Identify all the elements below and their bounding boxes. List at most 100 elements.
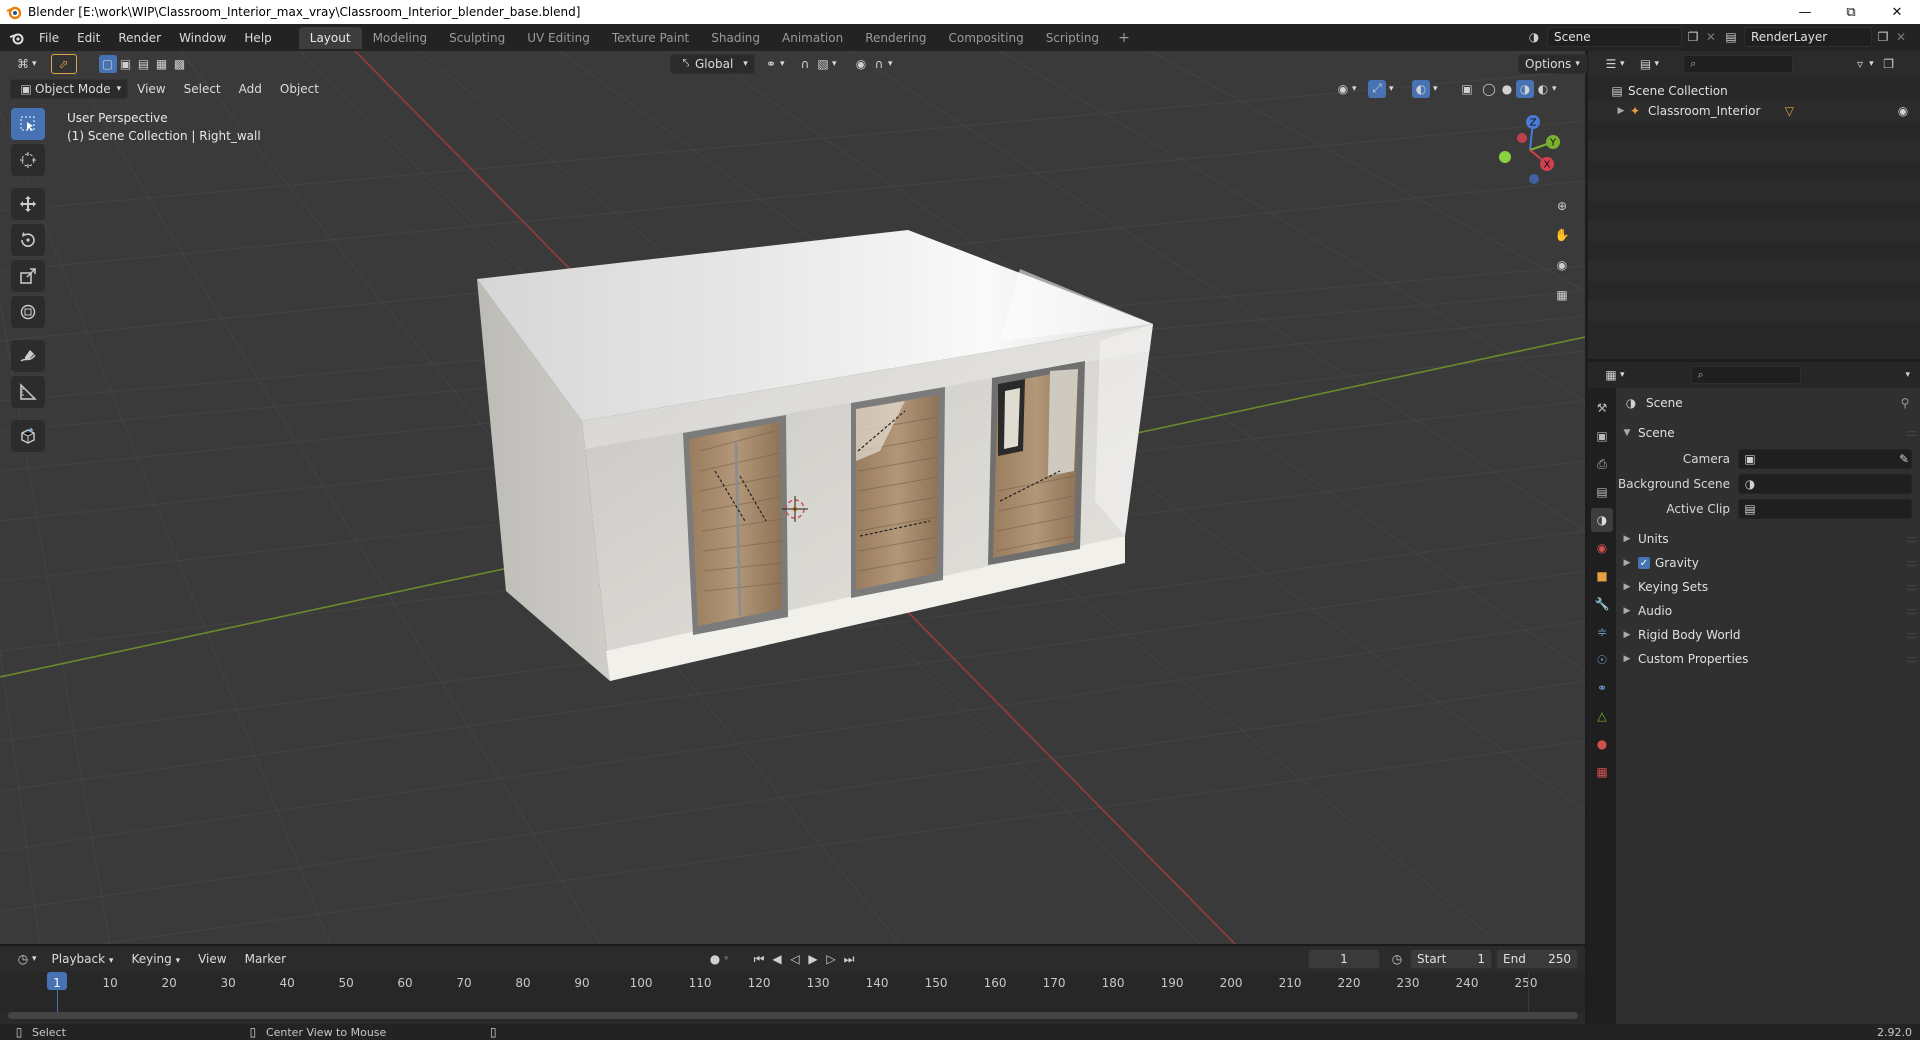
add-workspace-button[interactable]: + [1110, 30, 1138, 46]
rendered-shading-icon[interactable]: ◐ [1534, 80, 1552, 98]
visibility-eye-icon[interactable]: ◉ [1894, 102, 1912, 120]
custom-properties-panel-header[interactable]: ▶ Custom Properties :::: [1616, 648, 1920, 670]
prev-keyframe-icon[interactable]: ◀ [768, 950, 786, 968]
menu-render[interactable]: Render [109, 27, 170, 49]
tab-shading[interactable]: Shading [700, 27, 771, 49]
minimize-icon[interactable]: — [1782, 0, 1828, 24]
view-layer-selector[interactable]: RenderLayer [1744, 27, 1872, 47]
viewport-menu-select[interactable]: Select [175, 78, 230, 100]
add-cube-tool[interactable] [11, 420, 45, 452]
properties-options-icon[interactable]: ▾ [1905, 370, 1910, 380]
view-layer-properties-icon[interactable]: ▤ [1591, 480, 1613, 504]
particles-properties-icon[interactable]: ≑ [1591, 620, 1613, 644]
viewport-menu-add[interactable]: Add [230, 78, 271, 100]
output-properties-icon[interactable]: ⎙ [1591, 452, 1613, 476]
material-properties-icon[interactable]: ● [1591, 732, 1613, 756]
zoom-view-button[interactable]: ⊕ [1550, 194, 1574, 218]
timeline-menu-marker[interactable]: Marker [236, 948, 295, 970]
menu-edit[interactable]: Edit [68, 27, 109, 49]
restore-icon[interactable]: ⧉ [1828, 0, 1874, 24]
menu-file[interactable]: File [30, 27, 68, 49]
tab-sculpting[interactable]: Sculpting [438, 27, 516, 49]
current-frame-field[interactable]: 1 [1308, 949, 1380, 969]
editor-type-button[interactable]: ⌘ ▾ [8, 54, 43, 74]
scene-icon[interactable]: ◑ [1525, 28, 1543, 46]
selection-mode-group[interactable]: ▢ ▣ ▤ ▦ ▩ [93, 54, 195, 74]
jump-end-icon[interactable]: ⏭ [840, 950, 858, 968]
toggle-ortho-button[interactable]: ▦ [1550, 283, 1574, 307]
transform-orientation-dropdown[interactable]: ⤣ Global ▾ [670, 53, 755, 74]
outliner-search-input[interactable]: ⌕ [1683, 55, 1794, 73]
transform-tool[interactable] [11, 296, 45, 328]
select-new-icon[interactable]: ▢ [98, 54, 117, 73]
properties-editor-type-button[interactable]: ▦ ▾ [1596, 365, 1631, 385]
preview-range-icon[interactable]: ◷ [1388, 950, 1406, 968]
measure-tool[interactable] [11, 376, 45, 408]
timeline-editor-type-button[interactable]: ◷ ▾ [8, 949, 43, 969]
scale-tool[interactable] [11, 260, 45, 292]
visibility-dropdown[interactable]: ◉ ▾ [1328, 79, 1363, 99]
jump-start-icon[interactable]: ⏮ [750, 950, 768, 968]
3d-viewport[interactable] [0, 51, 1585, 944]
active-clip-field[interactable]: ▤ [1738, 499, 1912, 519]
tab-layout[interactable]: Layout [298, 26, 362, 49]
display-mode-dropdown[interactable]: ▤ ▾ [1631, 54, 1666, 74]
select-extend-icon[interactable]: ▣ [117, 55, 135, 73]
shading-mode-group[interactable]: ◯ ● ◑ ◐ ▾ [1478, 79, 1559, 99]
proportional-editing-toggle[interactable]: ◉ ∩ ▾ [846, 54, 899, 74]
new-collection-icon[interactable]: ❐ [1880, 55, 1898, 73]
remove-scene-icon[interactable]: ✕ [1702, 28, 1720, 46]
options-dropdown[interactable]: Options ▾ [1518, 53, 1587, 74]
expand-arrow-icon[interactable]: ▶ [1614, 106, 1628, 116]
tab-animation[interactable]: Animation [771, 27, 854, 49]
pivot-point-dropdown[interactable]: ⚭ ▾ [756, 54, 791, 74]
rigid-body-world-panel-header[interactable]: ▶ Rigid Body World :::: [1616, 624, 1920, 646]
tab-texture-paint[interactable]: Texture Paint [601, 27, 700, 49]
outliner-editor-type-button[interactable]: ☰ ▾ [1596, 54, 1631, 74]
cursor-tool[interactable] [11, 144, 45, 176]
tool-settings-icon[interactable]: ⚒ [1591, 396, 1613, 420]
gravity-checkbox[interactable]: ✓ [1638, 557, 1650, 569]
remove-view-layer-icon[interactable]: ✕ [1892, 28, 1910, 46]
tool-select-box-icon[interactable]: ⬀ [50, 53, 77, 74]
properties-search-input[interactable]: ⌕ [1690, 366, 1801, 384]
modifier-properties-icon[interactable]: 🔧 [1591, 592, 1613, 616]
auto-keying-toggle[interactable]: ● ▾ [700, 949, 735, 969]
background-scene-field[interactable]: ◑ [1738, 474, 1912, 494]
tab-rendering[interactable]: Rendering [854, 27, 937, 49]
object-properties-icon[interactable]: ■ [1591, 564, 1613, 588]
object-mode-dropdown[interactable]: ▣ Object Mode ▾ [10, 78, 129, 99]
solid-shading-icon[interactable]: ● [1498, 80, 1516, 98]
move-tool[interactable] [11, 188, 45, 220]
tab-modeling[interactable]: Modeling [362, 27, 439, 49]
keying-sets-panel-header[interactable]: ▶ Keying Sets :::: [1616, 576, 1920, 598]
play-icon[interactable]: ▶ [804, 950, 822, 968]
gravity-panel-header[interactable]: ▶ ✓ Gravity :::: [1616, 552, 1920, 574]
constraints-properties-icon[interactable]: ⚭ [1591, 676, 1613, 700]
camera-field[interactable]: ▣ ✎ [1738, 449, 1912, 469]
gizmo-y-label[interactable]: Y [1549, 138, 1557, 149]
select-box-tool[interactable] [11, 108, 45, 140]
new-view-layer-icon[interactable]: ❐ [1874, 28, 1892, 46]
wireframe-shading-icon[interactable]: ◯ [1480, 80, 1498, 98]
menu-help[interactable]: Help [235, 27, 280, 49]
gizmo-z-label[interactable]: Z [1530, 118, 1537, 129]
material-preview-shading-icon[interactable]: ◑ [1516, 79, 1534, 98]
navigation-gizmo[interactable]: Z Y X [1495, 112, 1565, 192]
timeline-menu-playback[interactable]: Playback ▾ [43, 948, 123, 970]
tab-scripting[interactable]: Scripting [1035, 27, 1110, 49]
rotate-tool[interactable] [11, 224, 45, 256]
scene-selector[interactable]: Scene [1547, 27, 1682, 47]
render-properties-icon[interactable]: ▣ [1591, 424, 1613, 448]
close-icon[interactable]: ✕ [1874, 0, 1920, 24]
outliner-scene-collection-row[interactable]: ▤ Scene Collection [1588, 81, 1920, 101]
menu-window[interactable]: Window [170, 27, 235, 49]
select-intersect-icon[interactable]: ▩ [171, 55, 189, 73]
eyedropper-icon[interactable]: ✎ [1897, 450, 1911, 468]
physics-properties-icon[interactable]: ☉ [1591, 648, 1613, 672]
timeline-scrollbar[interactable] [8, 1012, 1578, 1019]
select-subtract-icon[interactable]: ▤ [135, 55, 153, 73]
next-keyframe-icon[interactable]: ▷ [822, 950, 840, 968]
timeline-ruler[interactable]: 1 10 20 30 40 50 60 70 80 90 100 110 120 130 140 150 160… [0, 972, 1585, 1012]
select-difference-icon[interactable]: ▦ [153, 55, 171, 73]
